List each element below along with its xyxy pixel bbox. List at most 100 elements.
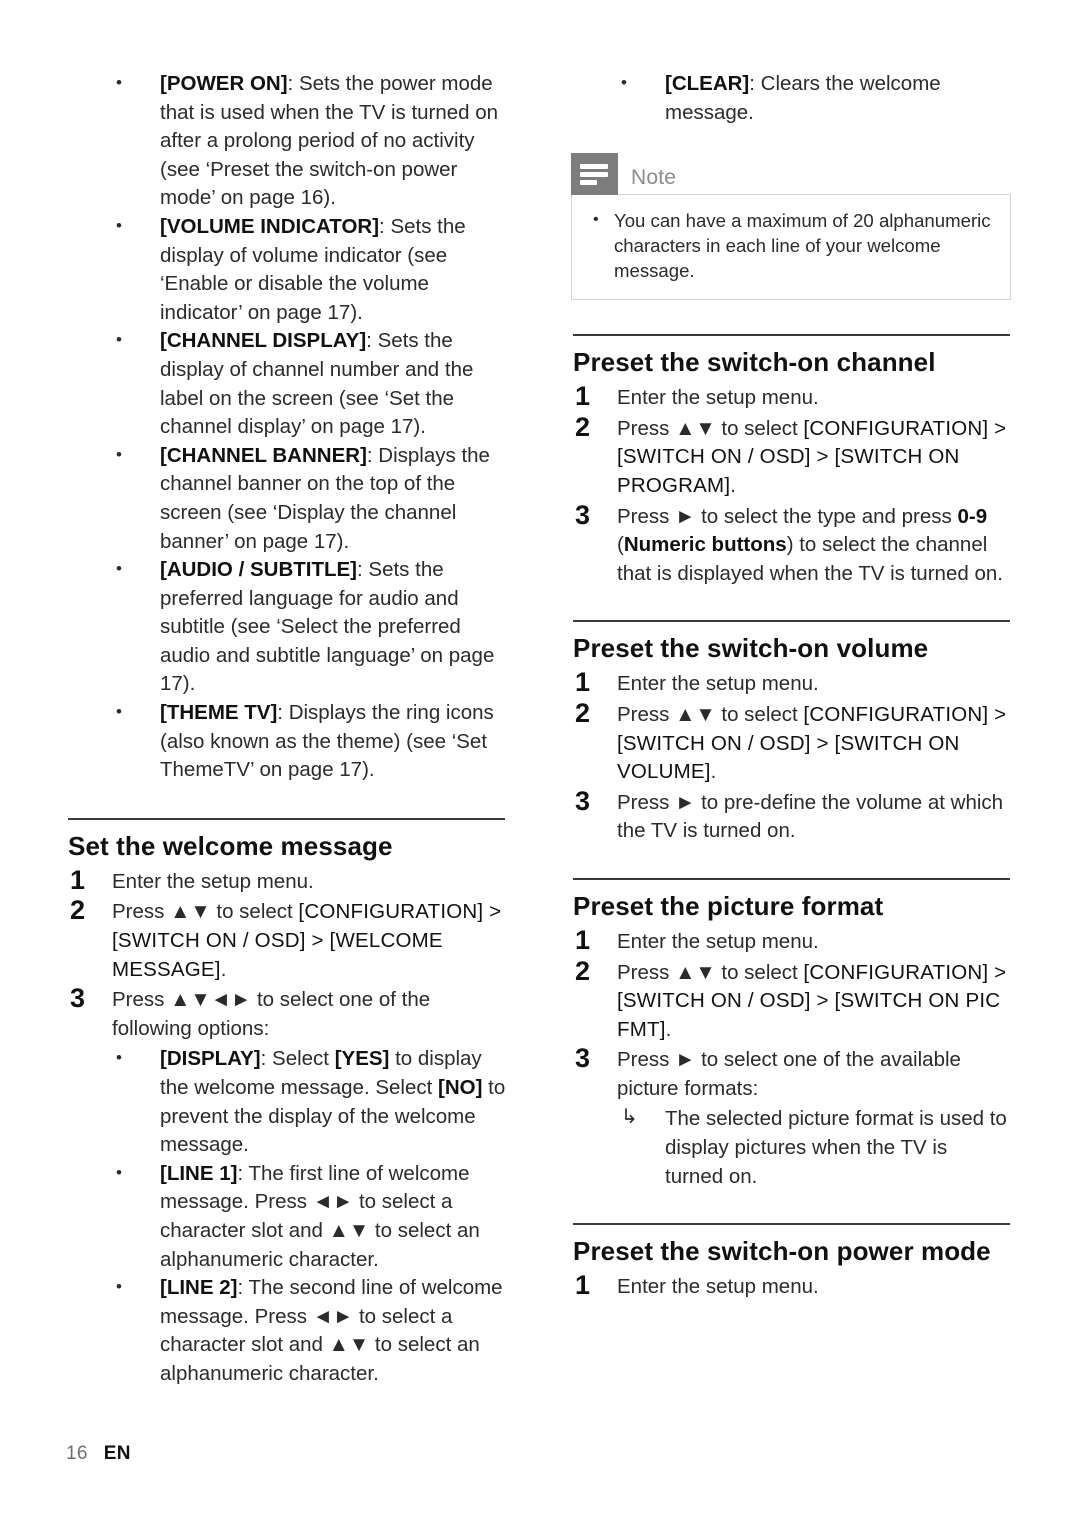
channel-steps: 1 Enter the setup menu. 2 Press ▲▼ to se… [571,381,1011,589]
note-header: Note [571,153,1011,196]
note-icon-bar [580,179,597,185]
step-text-post: . [730,473,736,497]
option-term: [CLEAR] [665,72,750,95]
step-text-pre: Press ▲▼ to select [112,900,299,924]
note-lines-icon [571,153,618,196]
numeric-range-label: 0-9 [957,504,988,528]
option-value-no: [NO] [438,1076,483,1099]
step-text: Enter the setup menu. [617,1275,819,1299]
volume-steps: 1 Enter the setup menu. 2 Press ▲▼ to se… [571,667,1011,846]
step-item: 2 Press ▲▼ to select [CONFIGURATION] > [… [571,955,1011,1045]
step-text-pre: Press ► to select the type and press [617,504,958,528]
note-icon-bar [580,163,608,169]
step-text: Press ▲▼◄► to select one of the followin… [112,988,431,1040]
step-item: 3 Press ► to select the type and press 0… [571,499,1011,589]
list-item: [DISPLAY]: Select [YES] to display the w… [66,1044,506,1159]
left-column: [POWER ON]: Sets the power mode that is … [66,69,506,1389]
note-body: You can have a maximum of 20 alphanumeri… [571,194,1011,301]
note-list-item: You can have a maximum of 20 alphanumeri… [586,207,996,283]
list-item: [AUDIO / SUBTITLE]: Sets the preferred l… [66,555,506,699]
step-text-pre: Press ▲▼ to select [617,702,804,726]
page-title: Set the welcome message [68,830,393,861]
step-item: 3 Press ► to select one of the available… [571,1043,1011,1103]
step-number: 2 [575,411,591,442]
option-term: [DISPLAY] [160,1047,261,1071]
section-preset-switch-on-power-mode: Preset the switch-on power mode 1 Enter … [571,1223,1011,1302]
section-divider [573,334,1010,337]
option-term: [LINE 1] [160,1161,238,1185]
section-divider [573,1223,1010,1226]
section-heading: Preset the switch-on power mode [573,1236,991,1267]
step-item: 1 Enter the setup menu. [571,381,1011,413]
step-text: Enter the setup menu. [617,929,819,953]
option-term: [LINE 2] [160,1276,238,1300]
step-item: 1 Enter the setup menu. [571,925,1011,957]
list-item: [THEME TV]: Displays the ring icons (als… [66,698,506,785]
step-number: 1 [70,864,86,895]
step-number: 3 [575,1043,591,1074]
page-footer: 16 EN [66,1443,131,1465]
section-heading: Preset the picture format [573,890,884,921]
list-item: [CHANNEL DISPLAY]: Sets the display of c… [66,326,506,441]
step-item: 3 Press ► to pre-define the volume at wh… [571,785,1011,846]
step-text: Press ► to pre-define the volume at whic… [617,790,1004,843]
footer-page-number: 16 [66,1443,88,1464]
step-number: 2 [70,895,86,926]
option-seg1: : Select [260,1047,335,1071]
option-term: [THEME TV] [160,701,278,725]
welcome-options-list: [DISPLAY]: Select [YES] to display the w… [66,1044,506,1388]
step-number: 1 [575,1270,591,1301]
step-item: 2 Press ▲▼ to select [CONFIGURATION] > [… [66,895,506,984]
right-column: [CLEAR]: Clears the welcome message. Not… [571,69,1011,1304]
list-item: [CHANNEL BANNER]: Displays the channel b… [66,441,506,556]
section-divider [573,620,1010,623]
step-number: 3 [70,983,86,1014]
note-icon-bar [580,171,608,177]
note-callout: Note You can have a maximum of 20 alphan… [571,153,1011,301]
step-text-mid: ( [617,533,624,557]
step-number: 3 [575,499,591,530]
step-text: Press ► to select one of the available p… [617,1048,961,1100]
result-arrow-item: The selected picture format is used to d… [571,1103,1011,1191]
option-term: [CHANNEL DISPLAY] [160,329,367,353]
step-text-post: . [665,1017,672,1041]
footer-language: EN [103,1443,131,1464]
step-text-post: . [710,760,717,784]
section-heading: Preset the switch-on channel [573,347,936,378]
document-page: [POWER ON]: Sets the power mode that is … [0,0,1080,1527]
step-item: 2 Press ▲▼ to select [CONFIGURATION] > [… [571,411,1011,501]
option-term: [CHANNEL BANNER] [160,443,367,467]
option-value-yes: [YES] [334,1047,390,1071]
step-text: Enter the setup menu. [617,672,819,696]
list-item: [CLEAR]: Clears the welcome message. [571,69,1011,127]
step-item: 1 Enter the setup menu. [66,864,506,897]
step-number: 2 [575,955,591,986]
step-item: 2 Press ▲▼ to select [CONFIGURATION] > [… [571,697,1011,787]
section-heading: Preset the switch-on volume [573,633,929,664]
step-number: 3 [575,785,591,816]
numeric-buttons-label: Numeric buttons [623,533,787,557]
step-item: 3 Press ▲▼◄► to select one of the follow… [66,983,506,1043]
list-item: [POWER ON]: Sets the power mode that is … [66,69,506,213]
section-preset-picture-format: Preset the picture format 1 Enter the se… [571,877,1011,1191]
step-text-pre: Press ▲▼ to select [617,416,804,440]
step-item: 1 Enter the setup menu. [571,1270,1011,1302]
step-number: 2 [575,697,591,728]
list-item: [VOLUME INDICATOR]: Sets the display of … [66,212,506,327]
step-number: 1 [575,667,591,698]
section-set-welcome-message: Set the welcome message 1 Enter the setu… [66,817,506,1389]
step-text-post: . [220,957,227,981]
step-number: 1 [575,381,591,412]
picture-format-steps: 1 Enter the setup menu. 2 Press ▲▼ to se… [571,925,1011,1104]
section-divider [573,877,1010,880]
note-title: Note [631,166,677,190]
list-item: [LINE 2]: The second line of welcome mes… [66,1273,506,1388]
section-divider [68,817,505,820]
section-preset-switch-on-volume: Preset the switch-on volume 1 Enter the … [571,620,1011,846]
section-preset-switch-on-channel: Preset the switch-on channel 1 Enter the… [571,334,1011,588]
option-term: [VOLUME INDICATOR] [160,214,380,238]
welcome-steps: 1 Enter the setup menu. 2 Press ▲▼ to se… [66,864,506,1044]
clear-option-list: [CLEAR]: Clears the welcome message. [571,69,1011,127]
power-mode-steps: 1 Enter the setup menu. [571,1270,1011,1302]
step-text-pre: Press ▲▼ to select [617,960,804,984]
